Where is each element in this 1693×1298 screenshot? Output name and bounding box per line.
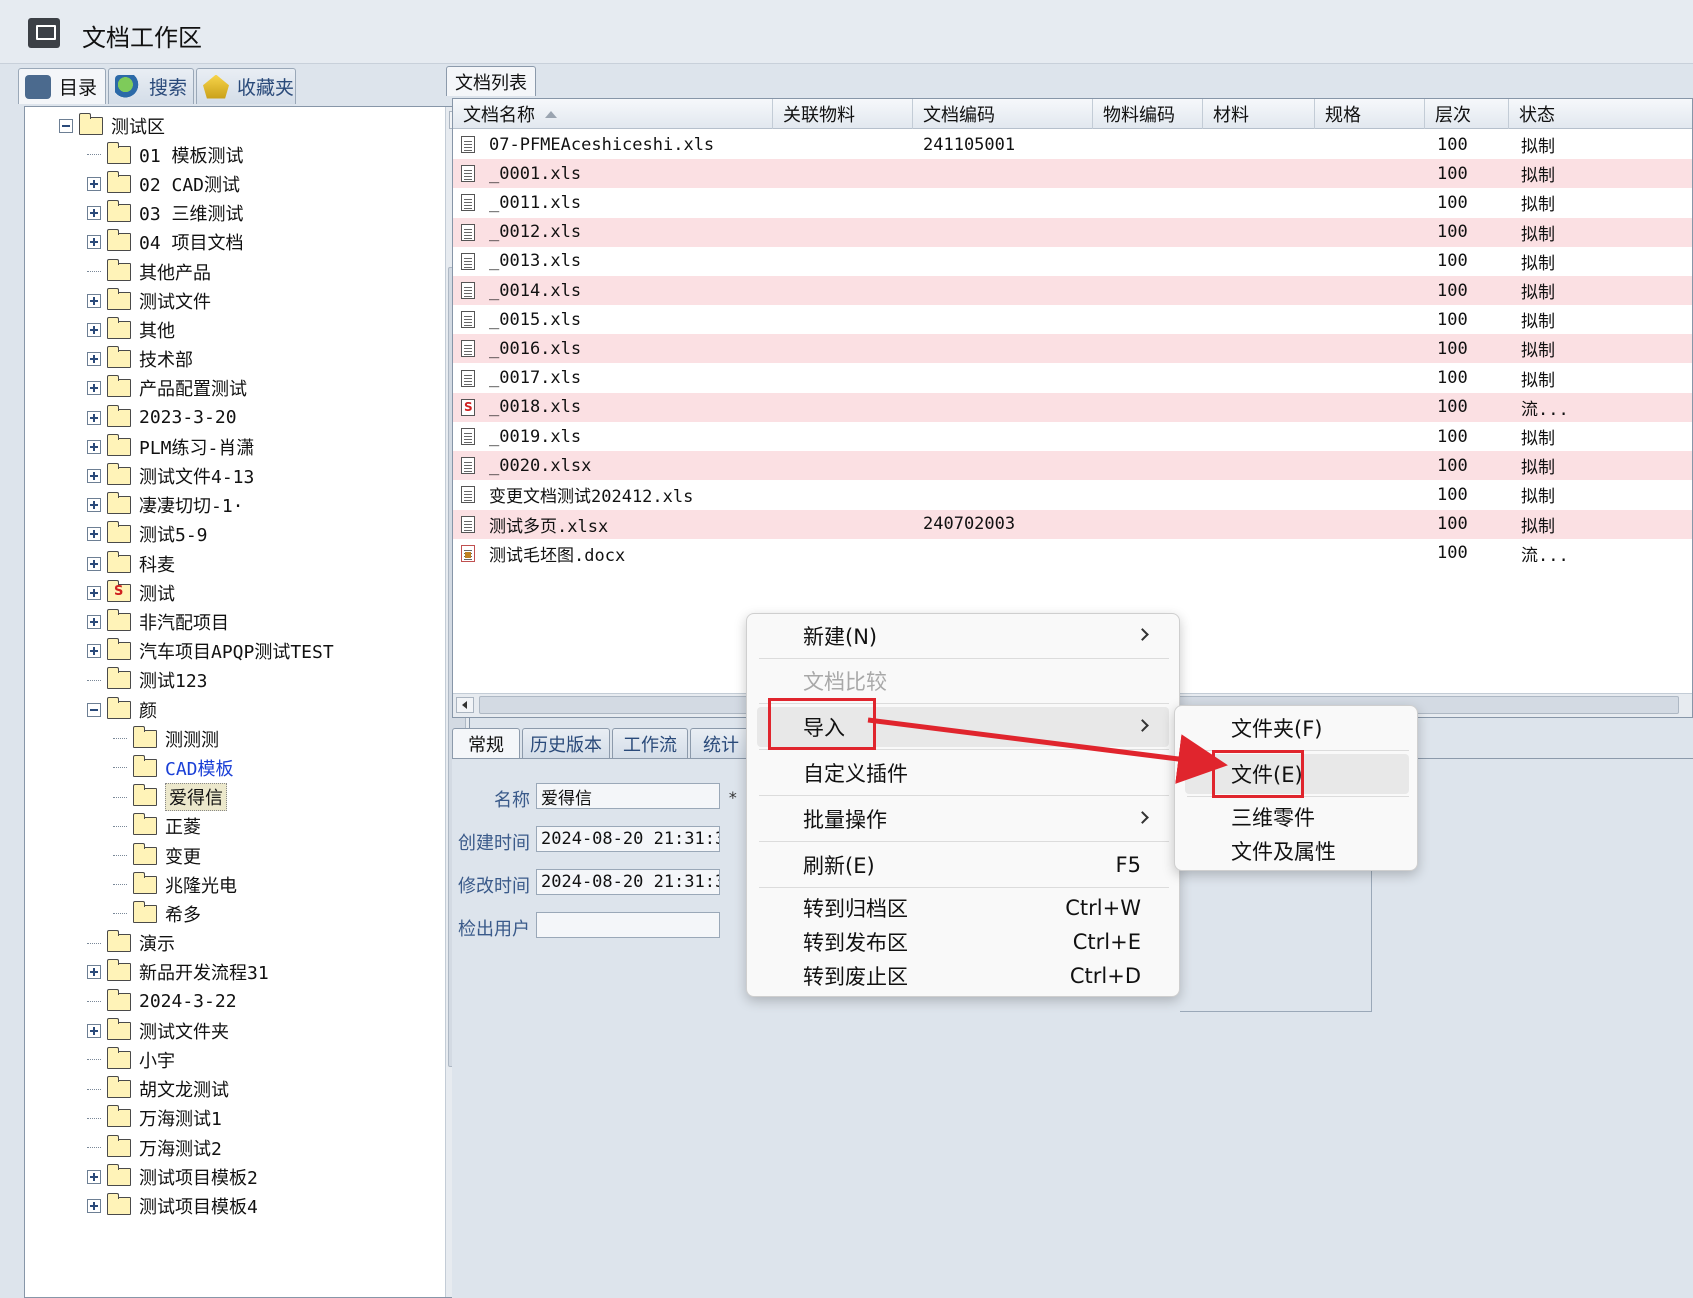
annotation-arrow bbox=[867, 717, 1228, 784]
